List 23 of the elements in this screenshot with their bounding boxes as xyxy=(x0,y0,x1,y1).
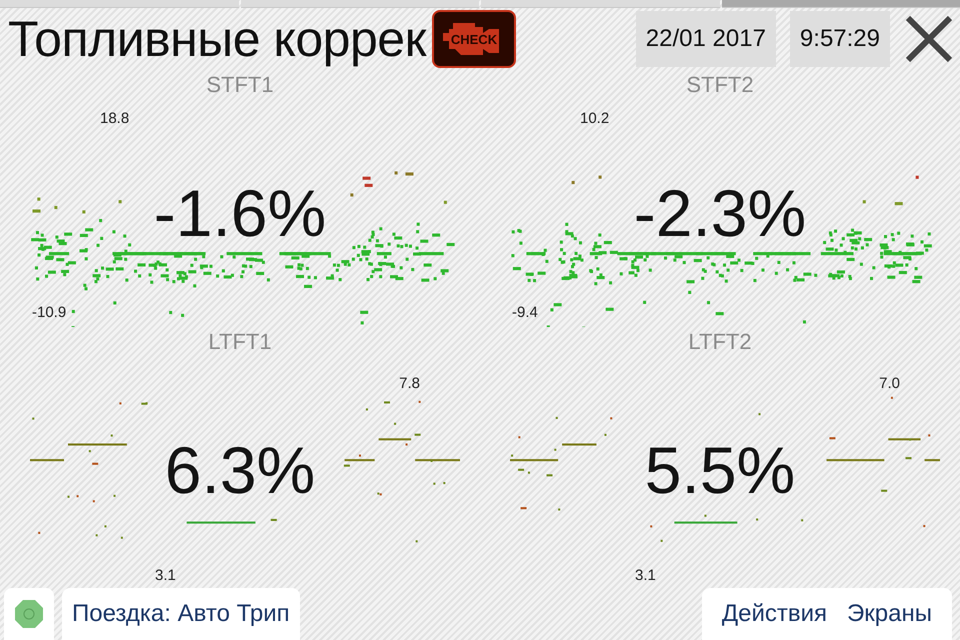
time-label: 9:57:29 xyxy=(790,11,890,67)
screen-title: Топливные коррек xyxy=(8,10,426,68)
min-label: -10.9 xyxy=(32,304,66,321)
gauge-value: -1.6% xyxy=(154,180,326,246)
gauge-title: STFT2 xyxy=(686,72,754,98)
gauge-title: STFT1 xyxy=(206,72,274,98)
gauge-title: LTFT1 xyxy=(208,329,272,355)
max-label: 10.2 xyxy=(580,110,610,127)
gauge-value: -2.3% xyxy=(634,180,806,246)
trip-button[interactable]: Поездка: Авто Трип xyxy=(62,588,300,640)
max-label: 7.8 xyxy=(399,375,420,392)
gauge-value: 5.5% xyxy=(644,436,796,502)
menu-button[interactable]: Действия xyxy=(712,600,838,628)
min-label: 3.1 xyxy=(155,567,176,584)
date-label: 22/01 2017 xyxy=(636,11,776,67)
gauge-title: LTFT2 xyxy=(688,329,752,355)
max-label: 7.0 xyxy=(879,375,900,392)
min-label: 3.1 xyxy=(635,567,656,584)
gauge-value: 6.3% xyxy=(164,436,316,502)
max-label: 18.8 xyxy=(100,110,130,127)
check-engine-indicator: CHECK xyxy=(432,10,516,68)
menu-button[interactable]: Экраны xyxy=(837,600,942,628)
min-label: -9.4 xyxy=(512,304,538,321)
